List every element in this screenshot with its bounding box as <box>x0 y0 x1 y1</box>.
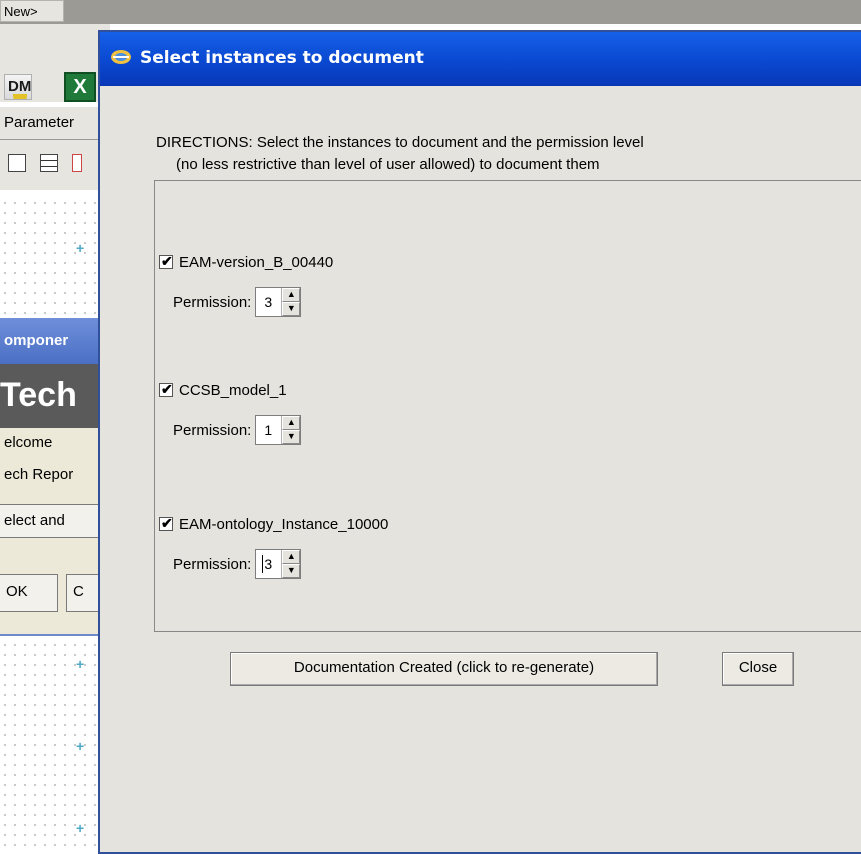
checkmark-icon: ✔ <box>161 253 173 269</box>
component-dialog-title: omponer <box>0 318 100 364</box>
permission-value[interactable]: 1 <box>256 416 283 444</box>
grid-plus-icon: + <box>76 240 85 256</box>
background-tools <box>0 140 100 190</box>
permission-value[interactable]: 3 <box>256 288 283 316</box>
component-dialog-banner: Tech <box>0 364 100 428</box>
background-canvas-grid: + <box>0 198 100 318</box>
spinner-buttons: ▲ ▼ <box>282 416 301 444</box>
instance-name: CCSB_model_1 <box>179 381 287 399</box>
spin-up-icon[interactable]: ▲ <box>282 288 301 302</box>
select-instances-dialog: Select instances to document DIRECTIONS:… <box>98 30 861 854</box>
grid-plus-icon: + <box>76 820 85 836</box>
dialog-title: Select instances to document <box>140 48 424 68</box>
permission-row: Permission: 3 ▲ ▼ <box>173 549 302 579</box>
directions-line-1: DIRECTIONS: Select the instances to docu… <box>156 134 644 151</box>
pencil-icon[interactable] <box>72 154 82 172</box>
directions-text: DIRECTIONS: Select the instances to docu… <box>156 132 861 176</box>
instance-checkbox-row[interactable]: ✔ EAM-ontology_Instance_10000 <box>159 513 388 535</box>
spinner-buttons: ▲ ▼ <box>282 288 301 316</box>
grid-plus-icon: + <box>76 656 85 672</box>
table-icon[interactable] <box>40 154 58 172</box>
instance-checkbox[interactable]: ✔ <box>159 253 173 269</box>
instance-checkbox-row[interactable]: ✔ CCSB_model_1 <box>159 379 287 401</box>
generate-documentation-button[interactable]: Documentation Created (click to re-gener… <box>230 652 658 686</box>
instance-item: ✔ EAM-ontology_Instance_10000 Permission… <box>159 513 859 603</box>
edit-icon[interactable] <box>8 154 26 172</box>
dom-icon[interactable]: DM <box>4 74 32 100</box>
checkmark-icon: ✔ <box>161 381 173 397</box>
spin-down-icon[interactable]: ▼ <box>282 564 301 578</box>
instance-item: ✔ EAM-version_B_00440 Permission: 3 ▲ ▼ <box>159 251 859 341</box>
dialog-titlebar[interactable]: Select instances to document <box>100 32 861 86</box>
directions-line-2: (no less restrictive than level of user … <box>176 156 600 173</box>
background-toolbar: DM X <box>0 24 110 102</box>
permission-spinner[interactable]: 3 ▲ ▼ <box>255 287 302 317</box>
grid-plus-icon: + <box>76 738 85 754</box>
permission-row: Permission: 3 ▲ ▼ <box>173 287 302 317</box>
spin-down-icon[interactable]: ▼ <box>282 430 301 444</box>
excel-icon[interactable]: X <box>64 72 96 102</box>
checkmark-icon: ✔ <box>161 515 173 531</box>
app-logo-icon <box>111 50 131 64</box>
component-cancel-button[interactable]: C <box>66 574 100 612</box>
menu-new[interactable]: New> <box>0 0 64 22</box>
instance-name: EAM-ontology_Instance_10000 <box>179 515 389 533</box>
instance-item: ✔ CCSB_model_1 Permission: 1 ▲ ▼ <box>159 379 859 469</box>
permission-row: Permission: 1 ▲ ▼ <box>173 415 302 445</box>
instance-checkbox[interactable]: ✔ <box>159 515 173 531</box>
permission-label: Permission: <box>173 293 252 311</box>
component-select-button[interactable]: elect and <box>0 504 100 538</box>
permission-value[interactable]: 3 <box>256 550 283 578</box>
instance-name: EAM-version_B_00440 <box>179 253 334 271</box>
component-welcome-text: elcome <box>4 434 53 451</box>
permission-spinner[interactable]: 3 ▲ ▼ <box>255 549 302 579</box>
spin-up-icon[interactable]: ▲ <box>282 416 301 430</box>
spinner-buttons: ▲ ▼ <box>282 550 301 578</box>
background-canvas-grid-lower: + + + <box>0 640 100 854</box>
background-component-dialog: omponer Tech elcome ech Repor elect and … <box>0 318 100 636</box>
instances-panel: ✔ EAM-version_B_00440 Permission: 3 ▲ ▼ <box>154 180 861 632</box>
spin-down-icon[interactable]: ▼ <box>282 302 301 316</box>
permission-label: Permission: <box>173 555 252 573</box>
tab-parameters[interactable]: Parameter <box>0 106 100 140</box>
background-menubar <box>0 0 861 24</box>
permission-spinner[interactable]: 1 ▲ ▼ <box>255 415 302 445</box>
instance-checkbox[interactable]: ✔ <box>159 381 173 397</box>
component-ok-button[interactable]: OK <box>0 574 58 612</box>
component-report-text: ech Repor <box>4 466 74 483</box>
spin-up-icon[interactable]: ▲ <box>282 550 301 564</box>
permission-label: Permission: <box>173 421 252 439</box>
close-button[interactable]: Close <box>722 652 794 686</box>
instance-checkbox-row[interactable]: ✔ EAM-version_B_00440 <box>159 251 333 273</box>
